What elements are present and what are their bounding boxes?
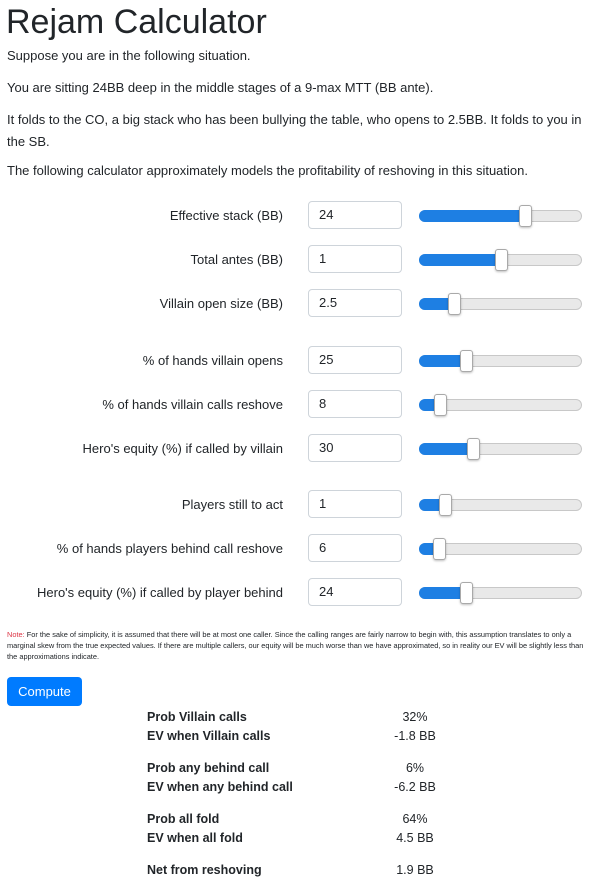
hero-equity-villain-input[interactable]	[308, 434, 402, 462]
villain-open-size-slider[interactable]	[419, 293, 582, 315]
slider-fill	[419, 254, 501, 266]
note-label: Note:	[7, 630, 25, 639]
result-value-prob-all-fold: 64%	[402, 812, 428, 826]
villain-opens-slider[interactable]	[419, 350, 582, 372]
villain-calls-input[interactable]	[308, 390, 402, 418]
intro-text-4: The following calculator approximately m…	[7, 163, 528, 178]
input-row-behind-call: % of hands players behind call reshove	[0, 534, 598, 564]
effective-stack-label: Effective stack (BB)	[169, 208, 283, 223]
slider-thumb[interactable]	[519, 205, 532, 227]
hero-equity-behind-slider[interactable]	[419, 582, 582, 604]
result-label-prob-villain-calls: Prob Villain calls	[147, 710, 247, 724]
result-value-prob-villain-calls: 32%	[402, 710, 428, 724]
slider-thumb[interactable]	[448, 293, 461, 315]
result-value-ev-all-fold: 4.5 BB	[396, 831, 434, 845]
slider-fill	[419, 443, 473, 455]
players-to-act-input[interactable]	[308, 490, 402, 518]
slider-thumb[interactable]	[433, 538, 446, 560]
villain-open-size-label: Villain open size (BB)	[159, 296, 283, 311]
slider-thumb[interactable]	[460, 582, 473, 604]
total-antes-input[interactable]	[308, 245, 402, 273]
slider-thumb[interactable]	[460, 350, 473, 372]
compute-button[interactable]: Compute	[7, 677, 82, 706]
result-value-ev-behind-call: -6.2 BB	[394, 780, 436, 794]
hero-equity-behind-input[interactable]	[308, 578, 402, 606]
result-label-prob-all-fold: Prob all fold	[147, 812, 220, 826]
villain-open-size-input[interactable]	[308, 289, 402, 317]
slider-fill	[419, 355, 466, 367]
total-antes-slider[interactable]	[419, 249, 582, 271]
page-title: Rejam Calculator	[6, 3, 267, 41]
intro-text-2: You are sitting 24BB deep in the middle …	[7, 80, 434, 95]
result-value-prob-behind-call: 6%	[405, 761, 425, 775]
hero-equity-villain-slider[interactable]	[419, 438, 582, 460]
slider-thumb[interactable]	[495, 249, 508, 271]
result-label-ev-all-fold: EV when all fold	[147, 831, 243, 845]
intro-text-1: Suppose you are in the following situati…	[7, 48, 251, 63]
villain-calls-label: % of hands villain calls reshove	[102, 397, 283, 412]
input-row-hero-equity-villain: Hero's equity (%) if called by villain	[0, 434, 598, 464]
slider-fill	[419, 587, 466, 599]
slider-fill	[419, 210, 525, 222]
input-row-villain-open-size: Villain open size (BB)	[0, 289, 598, 319]
input-row-effective-stack: Effective stack (BB)	[0, 201, 598, 231]
slider-thumb[interactable]	[439, 494, 452, 516]
note-text: For the sake of simplicity, it is assume…	[7, 630, 584, 661]
result-value-net-reshoving: 1.9 BB	[396, 863, 434, 877]
behind-call-slider[interactable]	[419, 538, 582, 560]
input-row-total-antes: Total antes (BB)	[0, 245, 598, 275]
hero-equity-behind-label: Hero's equity (%) if called by player be…	[37, 585, 283, 600]
result-value-ev-villain-calls: -1.8 BB	[394, 729, 436, 743]
result-label-ev-villain-calls: EV when Villain calls	[147, 729, 271, 743]
hero-equity-villain-label: Hero's equity (%) if called by villain	[82, 441, 283, 456]
result-label-ev-behind-call: EV when any behind call	[147, 780, 293, 794]
input-row-hero-equity-behind: Hero's equity (%) if called by player be…	[0, 578, 598, 608]
players-to-act-slider[interactable]	[419, 494, 582, 516]
note: Note: For the sake of simplicity, it is …	[7, 629, 585, 662]
slider-thumb[interactable]	[467, 438, 480, 460]
effective-stack-input[interactable]	[308, 201, 402, 229]
behind-call-label: % of hands players behind call reshove	[56, 541, 283, 556]
input-row-villain-opens: % of hands villain opens	[0, 346, 598, 376]
slider-thumb[interactable]	[434, 394, 447, 416]
input-row-players-to-act: Players still to act	[0, 490, 598, 520]
behind-call-input[interactable]	[308, 534, 402, 562]
villain-calls-slider[interactable]	[419, 394, 582, 416]
total-antes-label: Total antes (BB)	[190, 252, 284, 267]
effective-stack-slider[interactable]	[419, 205, 582, 227]
input-row-villain-calls: % of hands villain calls reshove	[0, 390, 598, 420]
players-to-act-label: Players still to act	[181, 497, 283, 512]
result-label-net-reshoving: Net from reshoving	[147, 863, 262, 877]
intro-text-3: It folds to the CO, a big stack who has …	[7, 112, 582, 149]
villain-opens-input[interactable]	[308, 346, 402, 374]
result-label-prob-behind-call: Prob any behind call	[147, 761, 270, 775]
villain-opens-label: % of hands villain opens	[142, 353, 283, 368]
